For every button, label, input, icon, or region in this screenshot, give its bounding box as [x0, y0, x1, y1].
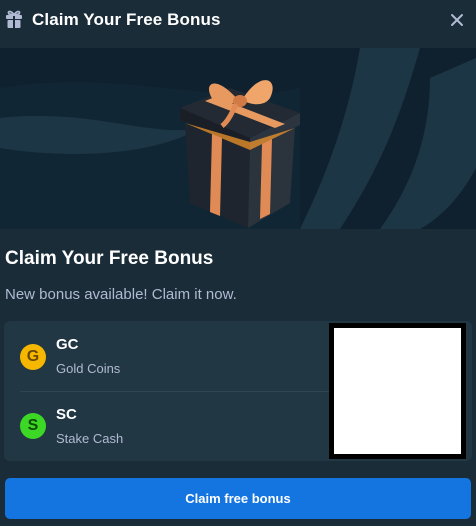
currency-row-gc: G GC Gold Coins [4, 321, 334, 391]
modal-header: Claim Your Free Bonus [0, 0, 476, 40]
currency-code: GC [56, 336, 79, 353]
stake-cash-icon: S [20, 413, 46, 439]
redacted-value-box [329, 323, 466, 459]
bonus-banner [0, 48, 476, 229]
modal-title: Claim Your Free Bonus [32, 10, 221, 29]
currency-card: G GC Gold Coins S SC Stake Cash [4, 321, 472, 461]
bonus-heading: Claim Your Free Bonus [5, 248, 214, 269]
gift-box-illustration [0, 48, 476, 229]
currency-row-sc: S SC Stake Cash [4, 391, 334, 461]
claim-bonus-modal: Claim Your Free Bonus Claim Your Free Bo… [0, 0, 476, 526]
close-icon[interactable] [445, 8, 469, 32]
gift-icon [5, 9, 23, 29]
currency-name: Stake Cash [56, 431, 124, 446]
claim-bonus-button[interactable]: Claim free bonus [5, 478, 471, 519]
currency-name: Gold Coins [56, 361, 121, 376]
bonus-subtext: New bonus available! Claim it now. [5, 286, 237, 303]
gold-coin-icon: G [20, 344, 46, 370]
currency-code: SC [56, 406, 77, 423]
